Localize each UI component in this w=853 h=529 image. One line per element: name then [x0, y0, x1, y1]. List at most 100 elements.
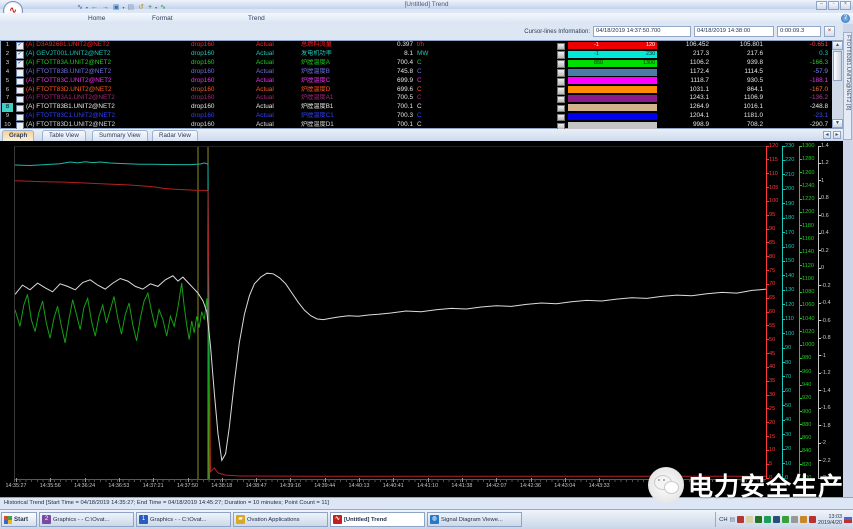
- dropdown-caret-icon[interactable]: ▾: [86, 5, 88, 10]
- tray-icon[interactable]: [791, 516, 798, 523]
- close-button[interactable]: ×: [840, 1, 851, 10]
- maximize-button[interactable]: ▫: [828, 1, 839, 10]
- dropdown-caret-icon[interactable]: ▾: [155, 5, 157, 10]
- axis-tick-label: -1.2: [821, 370, 837, 376]
- row-checkbox[interactable]: [16, 114, 24, 122]
- signal-description: 炉膛温度A1: [301, 94, 387, 103]
- printer-icon[interactable]: ▤: [730, 517, 735, 523]
- tray-icon[interactable]: [764, 516, 771, 523]
- row-checkbox[interactable]: ✓: [16, 60, 24, 68]
- taskbar-button[interactable]: 1Graphics - - C:\Ovat...: [136, 512, 231, 527]
- tab-graph[interactable]: Graph: [2, 130, 34, 141]
- row-number: 9: [2, 112, 13, 121]
- table-row[interactable]: 1✓(A) D3A92681.UNIT2@NET2drop160Actual总燃…: [1, 41, 831, 50]
- report-icon[interactable]: ▤: [127, 3, 136, 12]
- scale-color-bar: -1230: [568, 51, 657, 58]
- table-row[interactable]: 9(A) FTOTT83C1.UNIT2@NET2drop160Actual炉膛…: [1, 112, 831, 121]
- help-icon[interactable]: ?: [841, 14, 850, 23]
- plot-area[interactable]: [14, 146, 767, 479]
- time-major-tick: [119, 478, 120, 482]
- row-checkbox[interactable]: [16, 69, 24, 77]
- axis-tick-label: -1.4: [821, 388, 837, 394]
- row-checkbox[interactable]: [16, 87, 24, 95]
- export-icon[interactable]: ▣: [112, 3, 121, 12]
- row-number: 3: [2, 59, 13, 68]
- menu-tab-home[interactable]: Home: [84, 14, 109, 23]
- scrollbar-thumb[interactable]: [833, 51, 842, 81]
- cursor-info-close-icon[interactable]: ×: [824, 26, 835, 37]
- delta-value: -136.2: [771, 94, 828, 103]
- tray-icon[interactable]: [809, 516, 816, 523]
- table-row[interactable]: 2✓(A) GEVJT001.UNIT2@NET2drop160Actual发电…: [1, 50, 831, 59]
- axis-tick-label: 860: [802, 435, 818, 441]
- axis-tick-label: 1300: [802, 143, 818, 149]
- watermark: 电力安全生产: [648, 462, 853, 508]
- time-major-tick: [85, 478, 86, 482]
- tab-scroll-right-icon[interactable]: ▸: [833, 131, 841, 139]
- tab-radar-view[interactable]: Radar View: [152, 130, 198, 141]
- row-checkbox[interactable]: [16, 105, 24, 113]
- table-row[interactable]: 8(A) FTOTT83B1.UNIT2@NET2drop160Actual炉膛…: [1, 103, 831, 112]
- menu-tab-format[interactable]: Format: [148, 14, 177, 23]
- tab-summary-view[interactable]: Summary View: [92, 130, 148, 141]
- tab-scroll-left-icon[interactable]: ◂: [823, 131, 831, 139]
- signal-description: 炉膛温度B: [301, 68, 387, 77]
- table-row[interactable]: 3✓(A) FTOTT83A.UNIT2@NET2drop160Actual炉膛…: [1, 59, 831, 68]
- row-checkbox[interactable]: [16, 78, 24, 86]
- tab-table-view[interactable]: Table View: [42, 130, 86, 141]
- taskbar-clock[interactable]: 13:03 2019/4/20: [818, 514, 842, 526]
- reset-zoom-icon[interactable]: ↺: [137, 3, 145, 12]
- cursor2-time-field[interactable]: 04/18/2019 14:38:00: [694, 26, 774, 37]
- live-trend-icon[interactable]: ∿: [159, 3, 167, 12]
- tray-icon[interactable]: [782, 516, 789, 523]
- language-indicator[interactable]: CH: [719, 517, 727, 523]
- taskbar-button[interactable]: ∿[Untitled] Trend: [330, 512, 425, 527]
- tray-icon[interactable]: [746, 516, 753, 523]
- tray-icon[interactable]: [800, 516, 807, 523]
- menu-tab-trend[interactable]: Trend: [244, 14, 269, 23]
- signal-drop: drop160: [191, 50, 237, 59]
- forward-icon[interactable]: →: [101, 3, 110, 12]
- tray-icon[interactable]: [755, 516, 762, 523]
- table-row[interactable]: 7(A) FTOTT83A1.UNIT2@NET2drop160Actual炉膛…: [1, 94, 831, 103]
- row-checkbox[interactable]: [16, 96, 24, 104]
- table-row[interactable]: 5(A) FTOTT83C.UNIT2@NET2drop160Actual炉膛温…: [1, 77, 831, 86]
- start-button[interactable]: Start: [1, 512, 37, 527]
- back-icon[interactable]: ←: [90, 3, 99, 12]
- dropdown-caret-icon[interactable]: ▾: [123, 5, 125, 10]
- table-row[interactable]: 6(A) FTOTT83D.UNIT2@NET2drop160Actual炉膛温…: [1, 86, 831, 95]
- trend-graph[interactable]: 1201151101051009590858075706560555045403…: [0, 141, 843, 497]
- selected-signal-side-tab[interactable]: FTOTT83B1.UNIT2@NET2 [8]: [843, 32, 852, 140]
- time-major-tick: [50, 478, 51, 482]
- add-pen-icon[interactable]: +: [147, 3, 153, 12]
- delta-value: -167.0: [771, 86, 828, 95]
- time-major-tick: [496, 478, 497, 482]
- system-tray: CH ▤ 13:03 2019/4/20: [715, 512, 852, 527]
- signal-unit: MW: [417, 50, 439, 59]
- taskbar-button[interactable]: ◍Signal Diagram Viewe...: [427, 512, 522, 527]
- chart-style-icon[interactable]: ∿: [76, 3, 84, 12]
- cursor1-time-field[interactable]: 04/18/2019 14:37:50.700: [593, 26, 691, 37]
- cursor-delta-field[interactable]: 0:00:09.3: [777, 26, 821, 37]
- row-checkbox[interactable]: ✓: [16, 42, 24, 50]
- row-checkbox[interactable]: ✓: [16, 51, 24, 59]
- scroll-down-icon[interactable]: ▼: [832, 119, 843, 128]
- row-number: 5: [2, 77, 13, 86]
- taskbar-button-label: [Untitled] Trend: [344, 517, 387, 523]
- cursor2-value: 864.1: [715, 86, 763, 95]
- table-scrollbar[interactable]: ▲ ▼: [832, 41, 843, 128]
- table-row[interactable]: 4(A) FTOTT83B.UNIT2@NET2drop160Actual炉膛温…: [1, 68, 831, 77]
- taskbar-button[interactable]: ▰Ovation Applications: [233, 512, 328, 527]
- tray-icon[interactable]: [773, 516, 780, 523]
- cursor1-value: 106.452: [661, 41, 709, 50]
- time-tick-label: 14:41:10: [413, 483, 443, 489]
- scale-color-bar: [568, 122, 657, 129]
- scale-color-bar: [568, 104, 657, 111]
- signal-description: 炉膛温度D: [301, 86, 387, 95]
- scroll-up-icon[interactable]: ▲: [832, 41, 843, 50]
- tray-icon[interactable]: [737, 516, 744, 523]
- minimize-button[interactable]: –: [816, 1, 827, 10]
- axis-tick-label: 1.4: [821, 143, 837, 149]
- wechat-icon: [648, 467, 684, 503]
- taskbar-button[interactable]: 2Graphics - - C:\Ovat...: [39, 512, 134, 527]
